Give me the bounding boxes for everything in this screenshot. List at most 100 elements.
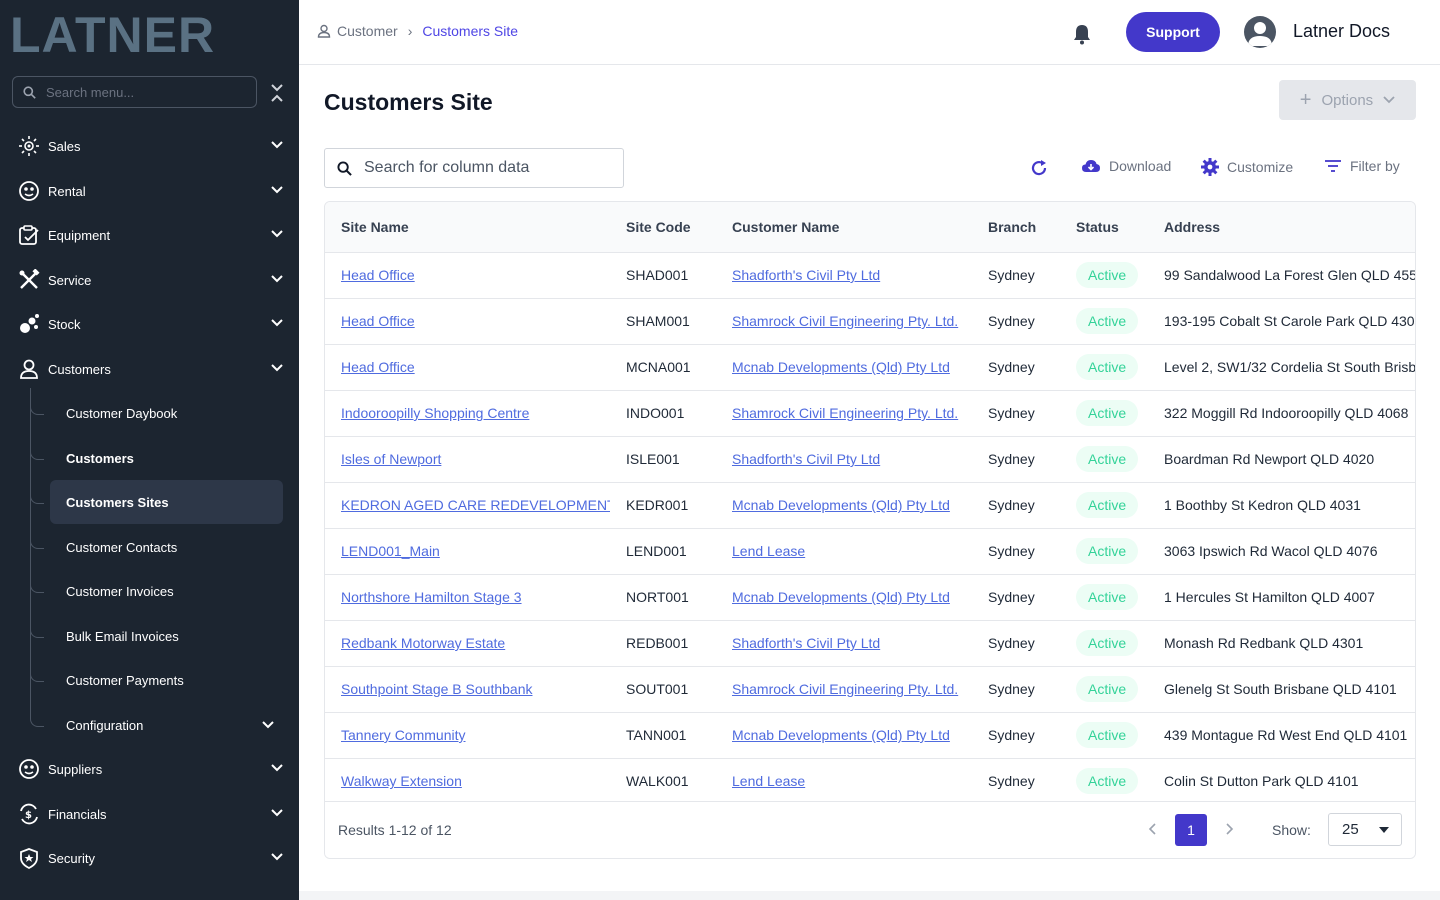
customer-name-link[interactable]: Shamrock Civil Engineering Pty. Ltd. [732, 405, 958, 421]
site-name-link[interactable]: Walkway Extension [341, 773, 462, 789]
breadcrumb-current[interactable]: Customers Site [422, 23, 518, 39]
customer-name-link[interactable]: Shamrock Civil Engineering Pty. Ltd. [732, 681, 958, 697]
customer-name-link[interactable]: Shadforth's Civil Pty Ltd [732, 451, 880, 467]
table-row: Walkway Extension WALK001 Lend Lease Sydney… [325, 757, 1415, 804]
table-cell: Sydney [972, 297, 1060, 344]
table-search[interactable] [324, 148, 624, 188]
tree-branch [30, 703, 44, 727]
nav-suppliers[interactable]: Suppliers [18, 751, 286, 787]
sub-item-label: Customer Payments [66, 672, 184, 688]
nav-financials[interactable]: $ Financials [18, 796, 286, 832]
table-cell: KEDRON AGED CARE REDEVELOPMENT [325, 481, 610, 528]
sub-item-customers-sites[interactable]: Customers Sites [30, 480, 283, 524]
table-cell: Walkway Extension [325, 757, 610, 804]
site-name-link[interactable]: Tannery Community [341, 727, 466, 743]
table-cell: Mcnab Developments (Qld) Pty Ltd [716, 711, 972, 758]
column-header[interactable]: Status [1060, 202, 1148, 252]
sub-item-customer-daybook[interactable]: Customer Daybook [30, 391, 283, 435]
table-cell: Sydney [972, 757, 1060, 804]
nav-sales[interactable]: Sales [18, 128, 286, 164]
nav-stock[interactable]: Stock [18, 306, 286, 342]
site-name-link[interactable]: Head Office [341, 267, 415, 283]
table-search-input[interactable] [364, 159, 604, 177]
customer-name-link[interactable]: Lend Lease [732, 543, 805, 559]
page-size-select[interactable]: 25 [1328, 813, 1402, 846]
column-header[interactable]: Address [1148, 202, 1415, 252]
customer-name-link[interactable]: Mcnab Developments (Qld) Pty Ltd [732, 359, 950, 375]
site-name-link[interactable]: Head Office [341, 313, 415, 329]
nav-customers[interactable]: Customers [18, 351, 286, 387]
user-icon [18, 358, 40, 380]
table-cell: Head Office [325, 343, 610, 390]
site-name-link[interactable]: Indooroopilly Shopping Centre [341, 405, 529, 421]
customer-name-link[interactable]: Lend Lease [732, 773, 805, 789]
support-button[interactable]: Support [1126, 12, 1220, 52]
rental-icon [18, 180, 40, 202]
table-cell: SHAD001 [610, 251, 716, 298]
table-cell: Shadforth's Civil Pty Ltd [716, 619, 972, 666]
breadcrumb-customer[interactable]: Customer [337, 23, 398, 39]
nav-equipment[interactable]: Equipment [18, 217, 286, 253]
site-name-link[interactable]: KEDRON AGED CARE REDEVELOPMENT [341, 497, 610, 513]
table-cell: Mcnab Developments (Qld) Pty Ltd [716, 481, 972, 528]
nav-label: Stock [48, 316, 81, 332]
download-button[interactable]: Download [1081, 158, 1171, 174]
nav-label: Sales [48, 138, 81, 154]
page-size-value: 25 [1342, 821, 1359, 838]
customer-name-link[interactable]: Shadforth's Civil Pty Ltd [732, 635, 880, 651]
table-cell: Shadforth's Civil Pty Ltd [716, 435, 972, 482]
nav-label: Customers [48, 361, 111, 377]
table-cell: WALK001 [610, 757, 716, 804]
customer-name-link[interactable]: Shamrock Civil Engineering Pty. Ltd. [732, 313, 958, 329]
sub-item-customer-contacts[interactable]: Customer Contacts [30, 525, 283, 569]
results-count: Results 1-12 of 12 [338, 822, 452, 838]
site-name-link[interactable]: Southpoint Stage B Southbank [341, 681, 532, 697]
sites-table: Site Name Site Code Customer Name Branch… [324, 201, 1416, 859]
customer-name-link[interactable]: Mcnab Developments (Qld) Pty Ltd [732, 497, 950, 513]
sub-item-customers[interactable]: Customers [30, 436, 283, 480]
nav-rental[interactable]: Rental [18, 173, 286, 209]
chevron-right-icon[interactable] [1223, 822, 1235, 836]
page-button-current[interactable]: 1 [1175, 814, 1207, 846]
latner-logo[interactable]: LATNER [10, 8, 282, 58]
bell-icon[interactable] [1071, 23, 1093, 45]
nav-security[interactable]: Security [18, 840, 286, 876]
user-name[interactable]: Latner Docs [1293, 21, 1390, 42]
nav-label: Service [48, 272, 92, 288]
table-cell: LEND001_Main [325, 527, 610, 574]
column-header[interactable]: Customer Name [716, 202, 972, 252]
site-name-link[interactable]: Redbank Motorway Estate [341, 635, 505, 651]
sub-item-customer-invoices[interactable]: Customer Invoices [30, 569, 283, 613]
table-cell: Active [1060, 297, 1148, 344]
sub-item-bulk-email-invoices[interactable]: Bulk Email Invoices [30, 614, 283, 658]
table-cell: REDB001 [610, 619, 716, 666]
table-cell: Active [1060, 435, 1148, 482]
column-header[interactable]: Site Name [325, 202, 610, 252]
column-header[interactable]: Site Code [610, 202, 716, 252]
filter-button[interactable]: Filter by [1324, 158, 1400, 174]
column-header[interactable]: Branch [972, 202, 1060, 252]
site-name-link[interactable]: Head Office [341, 359, 415, 375]
collapse-sidebar-icon[interactable] [268, 82, 286, 104]
status-badge: Active [1076, 676, 1139, 702]
sub-item-customer-payments[interactable]: Customer Payments [30, 658, 283, 702]
options-button[interactable]: + Options [1279, 80, 1416, 120]
refresh-button[interactable] [1029, 158, 1057, 178]
nav-service[interactable]: Service [18, 262, 286, 298]
table-cell: Active [1060, 711, 1148, 758]
customer-name-link[interactable]: Mcnab Developments (Qld) Pty Ltd [732, 727, 950, 743]
customize-button[interactable]: Customize [1201, 158, 1293, 176]
sub-item-configuration[interactable]: Configuration [30, 703, 283, 747]
customer-name-link[interactable]: Shadforth's Civil Pty Ltd [732, 267, 880, 283]
menu-search[interactable] [12, 76, 257, 108]
site-name-link[interactable]: Isles of Newport [341, 451, 441, 467]
site-name-link[interactable]: Northshore Hamilton Stage 3 [341, 589, 522, 605]
customer-name-link[interactable]: Mcnab Developments (Qld) Pty Ltd [732, 589, 950, 605]
equipment-icon [18, 224, 40, 246]
menu-search-input[interactable] [46, 84, 236, 100]
chevron-left-icon[interactable] [1147, 822, 1159, 836]
breadcrumb: Customer › Customers Site [317, 23, 518, 39]
sub-item-label: Bulk Email Invoices [66, 628, 179, 644]
avatar[interactable] [1244, 16, 1276, 48]
site-name-link[interactable]: LEND001_Main [341, 543, 440, 559]
